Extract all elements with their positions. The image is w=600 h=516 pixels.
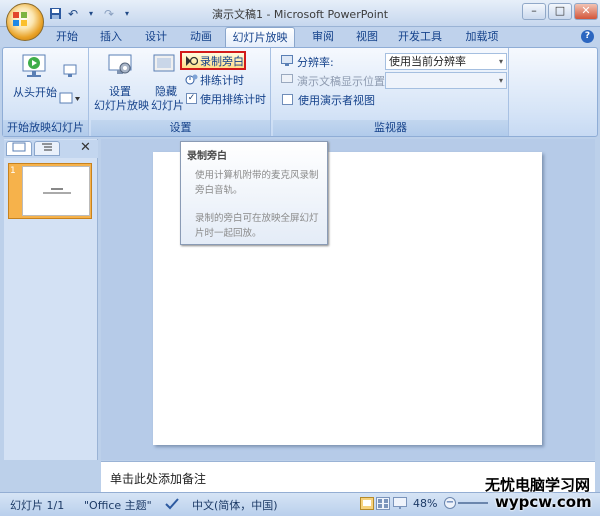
office-logo-icon [13, 12, 27, 26]
rehearse-timings-icon [185, 74, 198, 85]
from-current-slide-icon[interactable] [63, 64, 77, 78]
ribbon-tabs: 开始 插入 设计 动画 幻灯片放映 审阅 视图 开发工具 加载项 [0, 27, 600, 47]
record-narration-button[interactable]: 录制旁白 [200, 53, 244, 69]
group-monitors: 分辨率: 使用当前分辨率 ▾ 演示文稿显示位置: ▾ 使用演示者视图 监视器 [273, 48, 509, 136]
slides-tab-icon [12, 142, 26, 152]
status-slide-count: 幻灯片 1/1 [10, 499, 65, 512]
tab-add-ins[interactable]: 加载项 [460, 27, 504, 47]
slide-sorter-icon[interactable] [376, 497, 390, 510]
close-pane-icon[interactable]: ✕ [80, 140, 91, 155]
customize-qat-icon[interactable]: ▾ [120, 7, 134, 21]
show-on-combo[interactable]: ▾ [385, 72, 507, 89]
tab-insert[interactable]: 插入 [96, 27, 126, 47]
presenter-view-label[interactable]: 使用演示者视图 [298, 92, 375, 108]
zoom-out-icon[interactable]: − [444, 497, 456, 509]
record-narration-icon [186, 56, 198, 66]
use-rehearsed-timings-label[interactable]: 使用排练计时 [200, 91, 266, 107]
tooltip-title: 录制旁白 [187, 151, 227, 162]
save-icon[interactable] [48, 7, 62, 21]
outline-tab[interactable] [34, 141, 60, 156]
tab-home[interactable]: 开始 [52, 27, 82, 47]
ribbon: 从头开始 开始放映幻灯片 设置 幻灯片放映 隐藏 幻灯片 设置 分辨率: 使用当… [2, 47, 598, 137]
hide-slide-icon [153, 54, 175, 72]
normal-view-icon[interactable] [360, 497, 374, 510]
rehearse-timings-button[interactable]: 排练计时 [200, 72, 244, 88]
watermark-url: wypcw.com [495, 493, 592, 511]
chevron-down-icon: ▾ [498, 57, 503, 66]
tab-slide-show[interactable]: 幻灯片放映 [225, 27, 295, 47]
minimize-button[interactable]: – [522, 3, 546, 20]
group-label-start: 开始放映幻灯片 [3, 120, 88, 136]
custom-show-icon[interactable] [59, 92, 81, 106]
show-on-label: 演示文稿显示位置: [297, 75, 389, 88]
window-title: 演示文稿1 - Microsoft PowerPoint [211, 8, 389, 21]
presenter-view-checkbox[interactable] [282, 94, 293, 105]
status-language[interactable]: 中文(简体，中国) [192, 497, 278, 513]
resolution-value: 使用当前分辨率 [389, 55, 466, 68]
tooltip-text-1: 使用计算机附带的麦克风录制旁白音轨。 [195, 170, 319, 196]
slide-thumbnail[interactable] [22, 166, 90, 216]
maximize-button[interactable]: □ [548, 3, 572, 20]
from-beginning-icon [22, 54, 46, 77]
show-on-icon [281, 74, 293, 83]
group-label-monitors: 监视器 [273, 120, 508, 136]
quick-access-toolbar: ↶ ▾ ↷ ▾ [48, 6, 134, 22]
spell-check-icon[interactable] [165, 497, 179, 510]
tab-review[interactable]: 审阅 [308, 27, 338, 47]
notes-placeholder[interactable]: 单击此处添加备注 [110, 470, 206, 487]
record-narration-tooltip: 录制旁白 使用计算机附带的麦克风录制旁白音轨。 录制的旁白可在放映全屏幻灯片时一… [180, 141, 328, 245]
window-controls: – □ ✕ [522, 3, 598, 20]
tooltip-text-2: 录制的旁白可在放映全屏幻灯片时一起回放。 [195, 213, 319, 239]
slide-show-view-icon[interactable] [393, 497, 407, 510]
undo-dropdown-icon[interactable]: ▾ [84, 7, 98, 21]
slide-thumbnail-number: 1 [10, 166, 16, 176]
group-label-setup: 设置 [91, 120, 270, 136]
slides-pane-tabs: ✕ [4, 140, 98, 158]
zoom-level[interactable]: 48% [413, 497, 437, 510]
slides-tab[interactable] [6, 141, 32, 156]
setup-slideshow-icon [108, 54, 132, 74]
undo-icon[interactable]: ↶ [66, 7, 80, 21]
resolution-combo[interactable]: 使用当前分辨率 ▾ [385, 53, 507, 70]
hide-slide-line2[interactable]: 幻灯片 [151, 97, 184, 113]
group-start-slideshow: 从头开始 开始放映幻灯片 [3, 48, 89, 136]
tab-developer[interactable]: 开发工具 [395, 27, 445, 47]
tab-view[interactable]: 视图 [352, 27, 382, 47]
help-icon[interactable]: ? [581, 30, 594, 43]
setup-show-line2[interactable]: 幻灯片放映 [94, 97, 149, 113]
watermark-text: 无忧电脑学习网 [485, 476, 591, 494]
resolution-label: 分辨率: [297, 56, 334, 69]
outline-tab-icon [42, 143, 52, 151]
from-beginning-button[interactable]: 从头开始 [13, 84, 57, 100]
chevron-down-icon: ▾ [498, 76, 503, 85]
status-theme: "Office 主题" [84, 499, 152, 512]
redo-icon[interactable]: ↷ [102, 7, 116, 21]
close-button[interactable]: ✕ [574, 3, 598, 20]
resolution-icon [281, 55, 293, 66]
tab-animations[interactable]: 动画 [186, 27, 216, 47]
zoom-slider-track[interactable] [458, 502, 488, 504]
tab-design[interactable]: 设计 [141, 27, 171, 47]
use-rehearsed-timings-checkbox[interactable]: ✓ [186, 93, 197, 104]
